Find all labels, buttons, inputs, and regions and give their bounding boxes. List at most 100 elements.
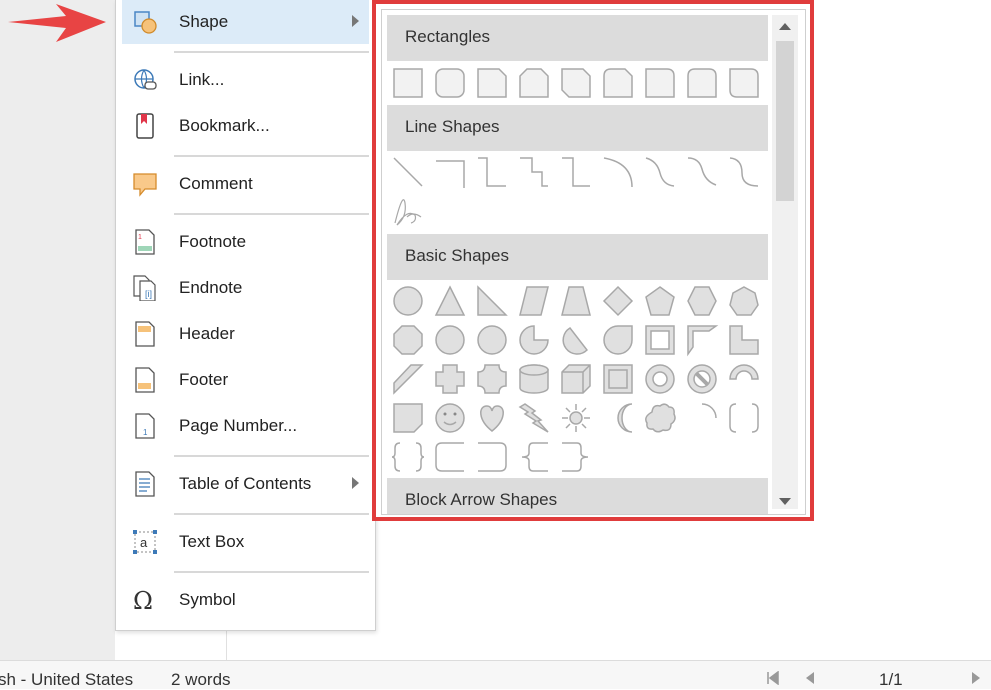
round-same-side-corner-rectangle-shape[interactable] bbox=[687, 68, 717, 98]
curved-connector-3-shape[interactable] bbox=[687, 157, 717, 186]
double-brace-shape[interactable] bbox=[391, 442, 425, 472]
category-header-basic-shapes: Basic Shapes bbox=[387, 234, 768, 280]
right-triangle-shape[interactable] bbox=[477, 285, 508, 316]
teardrop-shape[interactable] bbox=[603, 325, 633, 355]
elbow-connector-4-shape[interactable] bbox=[562, 157, 590, 187]
menu-item-link[interactable]: Link... bbox=[122, 58, 369, 102]
left-brace-shape[interactable] bbox=[521, 442, 548, 472]
moon-shape[interactable] bbox=[617, 403, 633, 433]
bevel-shape[interactable] bbox=[603, 364, 633, 394]
frame-shape[interactable] bbox=[645, 325, 675, 355]
next-page-icon[interactable] bbox=[969, 671, 983, 685]
menu-item-text-box[interactable]: a Text Box bbox=[122, 520, 369, 564]
dodecagon-shape[interactable] bbox=[477, 325, 507, 355]
menu-item-label: Text Box bbox=[179, 532, 245, 551]
curved-connector-2-shape[interactable] bbox=[645, 157, 675, 187]
menu-item-label: Table of Contents bbox=[179, 474, 312, 493]
menu-item-symbol[interactable]: Ω Symbol bbox=[122, 578, 369, 622]
menu-item-label: Page Number... bbox=[179, 416, 298, 435]
diagonal-stripe-shape[interactable] bbox=[393, 364, 424, 395]
elbow-connector-2-shape[interactable] bbox=[478, 157, 506, 187]
menu-item-table-of-contents[interactable]: Table of Contents bbox=[122, 462, 369, 506]
l-shape[interactable] bbox=[729, 325, 759, 355]
previous-page-icon[interactable] bbox=[803, 671, 817, 685]
no-symbol-shape[interactable] bbox=[687, 364, 717, 394]
cube-shape[interactable] bbox=[561, 364, 591, 394]
menu-item-footnote[interactable]: 1 Footnote bbox=[122, 220, 369, 264]
sun-shape[interactable] bbox=[562, 404, 590, 432]
line-shapes-grid bbox=[387, 151, 768, 231]
parallelogram-shape[interactable] bbox=[519, 286, 549, 316]
menu-item-comment[interactable]: Comment bbox=[122, 162, 369, 206]
plus-shape[interactable] bbox=[435, 364, 465, 394]
pentagon-shape[interactable] bbox=[645, 286, 675, 316]
freeform-scribble-shape[interactable] bbox=[394, 199, 422, 226]
snip-round-rectangle-shape[interactable] bbox=[603, 68, 633, 98]
menu-divider bbox=[174, 571, 369, 573]
right-bracket-shape[interactable] bbox=[478, 442, 507, 472]
block-arc-shape[interactable] bbox=[729, 364, 759, 380]
snip-single-corner-rectangle-shape[interactable] bbox=[477, 68, 507, 98]
first-page-icon[interactable] bbox=[766, 671, 780, 685]
snip-same-side-corner-rectangle-shape[interactable] bbox=[519, 68, 549, 98]
menu-item-page-number[interactable]: 1 Page Number... bbox=[122, 404, 369, 448]
chord-shape[interactable] bbox=[562, 327, 589, 355]
elbow-connector-3-shape[interactable] bbox=[520, 157, 548, 187]
menu-item-label: Header bbox=[179, 324, 235, 343]
donut-shape[interactable] bbox=[645, 364, 675, 394]
hexagon-shape[interactable] bbox=[687, 286, 717, 316]
category-header-block-arrow-shapes: Block Arrow Shapes bbox=[387, 478, 768, 514]
can-shape[interactable] bbox=[519, 364, 549, 394]
menu-item-bookmark[interactable]: Bookmark... bbox=[122, 104, 369, 148]
menu-item-label: Link... bbox=[179, 70, 225, 89]
table-of-contents-icon bbox=[135, 471, 155, 497]
scroll-down-arrow-icon[interactable] bbox=[779, 498, 791, 505]
word-count[interactable]: 2 words bbox=[171, 670, 231, 690]
left-bracket-shape[interactable] bbox=[435, 442, 464, 472]
language-indicator[interactable]: sh - United States bbox=[0, 670, 133, 690]
menu-item-header[interactable]: Header bbox=[122, 312, 369, 356]
heart-shape[interactable] bbox=[480, 405, 504, 432]
category-label: Line Shapes bbox=[405, 117, 500, 136]
heptagon-shape[interactable] bbox=[729, 286, 759, 316]
scroll-thumb[interactable] bbox=[776, 41, 794, 201]
menu-item-shape[interactable]: Shape bbox=[122, 0, 369, 44]
scroll-up-arrow-icon[interactable] bbox=[779, 23, 791, 30]
rectangle-shape[interactable] bbox=[393, 68, 423, 98]
curved-connector-shape[interactable] bbox=[603, 157, 633, 188]
annotation-arrow-icon bbox=[8, 4, 106, 42]
smiley-face-shape[interactable] bbox=[435, 403, 465, 433]
round-diagonal-corner-rectangle-shape[interactable] bbox=[729, 68, 759, 98]
trapezoid-shape[interactable] bbox=[561, 286, 591, 316]
page-indicator: 1/1 bbox=[879, 670, 903, 689]
octagon-shape[interactable] bbox=[393, 325, 423, 355]
status-bar: sh - United States 2 words 1/1 bbox=[0, 660, 991, 689]
lightning-bolt-shape[interactable] bbox=[518, 403, 549, 433]
straight-line-shape[interactable] bbox=[393, 157, 423, 187]
gallery-scrollbar[interactable] bbox=[772, 15, 798, 509]
triangle-shape[interactable] bbox=[434, 285, 466, 316]
oval-shape[interactable] bbox=[393, 286, 423, 316]
plaque-shape[interactable] bbox=[477, 364, 507, 394]
curved-connector-4-shape[interactable] bbox=[729, 157, 759, 187]
shapes-gallery-panel: Rectangles Line Shapes Basic Shapes Bloc… bbox=[372, 0, 814, 521]
menu-item-footer[interactable]: Footer bbox=[122, 358, 369, 402]
diamond-shape[interactable] bbox=[602, 285, 634, 317]
pie-shape[interactable] bbox=[519, 325, 549, 355]
double-bracket-shape[interactable] bbox=[729, 403, 759, 433]
elbow-connector-shape[interactable] bbox=[436, 160, 465, 188]
right-brace-shape[interactable] bbox=[562, 442, 589, 472]
cloud-shape[interactable] bbox=[645, 403, 676, 433]
submenu-chevron-icon bbox=[352, 477, 359, 489]
half-frame-shape[interactable] bbox=[687, 325, 719, 357]
folded-corner-shape[interactable] bbox=[393, 403, 423, 433]
round-single-corner-rectangle-shape[interactable] bbox=[645, 68, 675, 98]
svg-text:1: 1 bbox=[138, 234, 142, 241]
arc-shape[interactable] bbox=[701, 403, 717, 419]
category-label: Basic Shapes bbox=[405, 246, 509, 265]
snip-diagonal-corner-rectangle-shape[interactable] bbox=[561, 68, 591, 98]
menu-item-endnote[interactable]: [i] Endnote bbox=[122, 266, 369, 310]
decagon-shape[interactable] bbox=[435, 325, 465, 355]
rounded-rectangle-shape[interactable] bbox=[435, 68, 465, 98]
footnote-icon: 1 bbox=[135, 229, 155, 255]
